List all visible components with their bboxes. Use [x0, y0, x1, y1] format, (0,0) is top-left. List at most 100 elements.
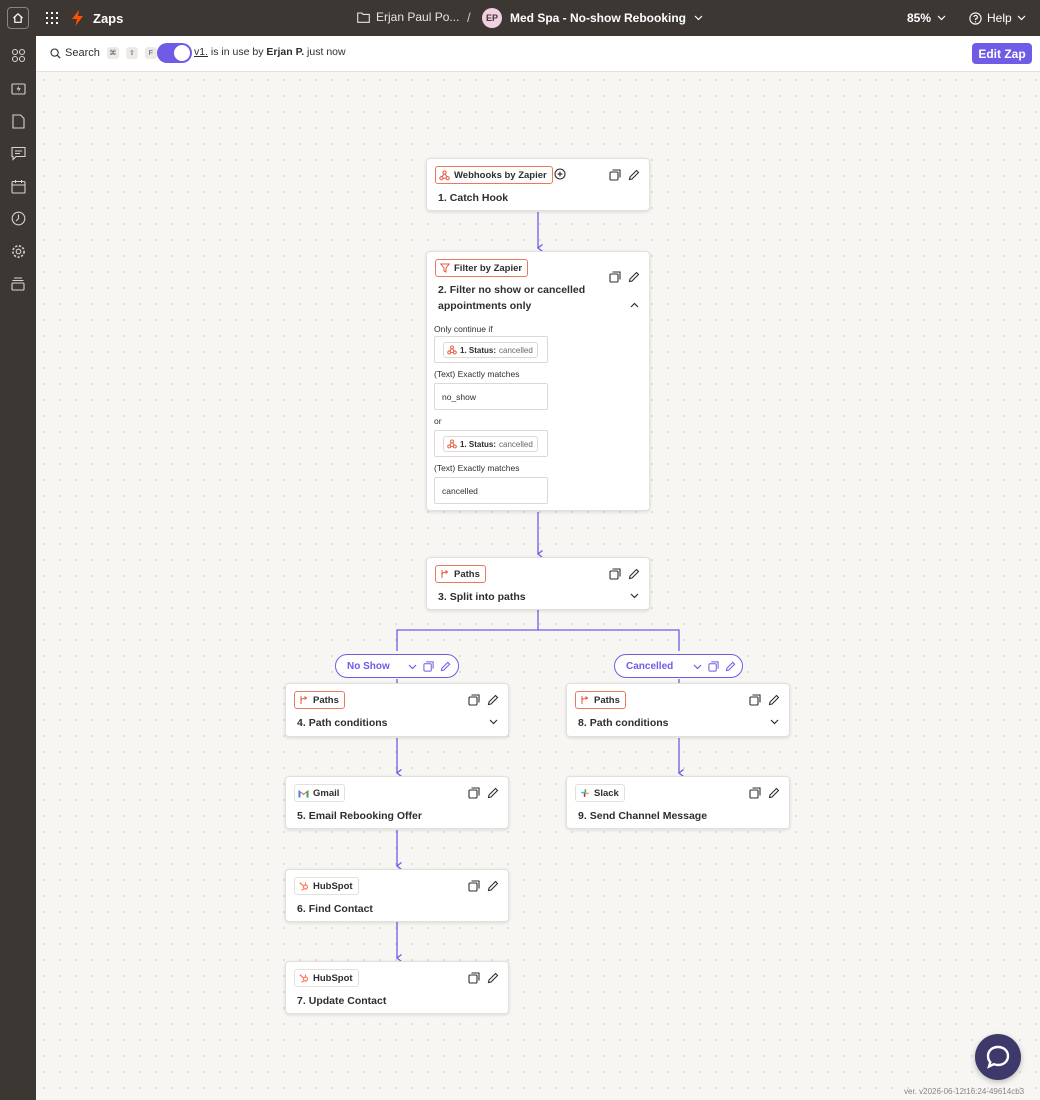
- edit-step-button[interactable]: [627, 270, 640, 283]
- edit-step-button[interactable]: [627, 168, 640, 181]
- sidebar-item-more[interactable]: [10, 275, 26, 291]
- sidebar-item-zaps[interactable]: [10, 80, 26, 96]
- expand-step-button[interactable]: [768, 716, 780, 728]
- hubspot-icon: [299, 974, 308, 983]
- sidebar-item-history[interactable]: [10, 210, 26, 226]
- path-pill-cancelled[interactable]: Cancelled: [614, 654, 743, 678]
- webhook-icon: [439, 169, 450, 180]
- app-name[interactable]: Zaps: [93, 11, 123, 26]
- step-title: 7. Update Contact: [297, 993, 467, 1009]
- edit-step-button[interactable]: [486, 971, 499, 984]
- version-link[interactable]: v1.: [194, 46, 208, 58]
- app-name: Paths: [454, 568, 480, 580]
- grid-icon[interactable]: [46, 12, 58, 24]
- sidebar-item-settings[interactable]: [10, 243, 26, 259]
- copy-step-button[interactable]: [748, 693, 761, 706]
- chat-widget-button[interactable]: [975, 1034, 1021, 1080]
- copy-step-button[interactable]: [608, 168, 621, 181]
- edit-step-button[interactable]: [486, 879, 499, 892]
- copy-step-button[interactable]: [467, 879, 480, 892]
- collapse-step-button[interactable]: [628, 299, 640, 311]
- edit-step-button[interactable]: [767, 693, 780, 706]
- step-number: 2.: [438, 284, 447, 296]
- add-step-button[interactable]: [553, 167, 567, 181]
- edit-step-button[interactable]: [486, 786, 499, 799]
- paths-icon: [441, 570, 448, 578]
- app-name: Webhooks by Zapier: [454, 169, 547, 181]
- edit-zap-button[interactable]: Edit Zap: [972, 43, 1032, 64]
- app-name: HubSpot: [313, 880, 353, 892]
- app-name: HubSpot: [313, 972, 353, 984]
- copy-icon: [467, 971, 480, 984]
- paths-icon: [300, 696, 307, 704]
- zoom-dropdown[interactable]: 85%: [907, 11, 946, 25]
- rename-path-button[interactable]: [440, 661, 451, 672]
- pencil-icon: [487, 972, 498, 983]
- field-value: cancelled: [499, 345, 533, 355]
- step-label: Email Rebooking Offer: [308, 810, 422, 822]
- zap-title: Med Spa - No-show Rebooking: [510, 11, 686, 25]
- home-button[interactable]: [7, 7, 29, 29]
- sidebar-item-apps[interactable]: [10, 47, 26, 63]
- pencil-icon: [487, 694, 498, 705]
- step-label: Split into paths: [449, 591, 526, 603]
- search-icon: [50, 47, 61, 59]
- gmail-icon: [298, 789, 309, 797]
- step-card-7[interactable]: HubSpot 7. Update Contact: [285, 961, 509, 1014]
- zap-title-dropdown[interactable]: EP Med Spa - No-show Rebooking: [482, 8, 703, 28]
- step-card-5[interactable]: Gmail 5. Email Rebooking Offer: [285, 776, 509, 829]
- expand-step-button[interactable]: [487, 716, 499, 728]
- copy-step-button[interactable]: [467, 693, 480, 706]
- version-status: v1. is in use by Erjan P. just now: [194, 46, 346, 58]
- filter-field-2[interactable]: 1. Status: cancelled: [434, 430, 548, 457]
- expand-step-button[interactable]: [628, 590, 640, 602]
- rename-path-button[interactable]: [725, 661, 736, 672]
- step-card-4[interactable]: Paths 4. Path conditions: [285, 683, 509, 737]
- filter-value-text: cancelled: [442, 486, 478, 496]
- copy-icon: [608, 168, 621, 181]
- path-menu-button[interactable]: [692, 661, 703, 672]
- copy-step-button[interactable]: [467, 971, 480, 984]
- filter-operator: (Text) Exactly matches: [434, 463, 520, 473]
- copy-path-button[interactable]: [708, 661, 719, 672]
- app-chip-hubspot: HubSpot: [294, 877, 359, 895]
- filter-value-2[interactable]: cancelled: [434, 477, 548, 504]
- path-menu-button[interactable]: [407, 661, 418, 672]
- filter-field-1[interactable]: 1. Status: cancelled: [434, 336, 548, 363]
- zap-on-toggle[interactable]: [157, 43, 192, 63]
- path-pill-no-show[interactable]: No Show: [335, 654, 459, 678]
- copy-step-button[interactable]: [748, 786, 761, 799]
- search-button[interactable]: Search ⌘ ⇧ F: [50, 47, 157, 59]
- step-card-9[interactable]: Slack 9. Send Channel Message: [566, 776, 790, 829]
- edit-step-button[interactable]: [486, 693, 499, 706]
- copy-step-button[interactable]: [608, 270, 621, 283]
- sidebar-item-interfaces[interactable]: [10, 145, 26, 161]
- filter-operator: (Text) Exactly matches: [434, 369, 520, 379]
- filter-value-1[interactable]: no_show: [434, 383, 548, 410]
- breadcrumb-folder[interactable]: Erjan Paul Po...: [357, 10, 459, 24]
- sidebar-item-calendar[interactable]: [10, 178, 26, 194]
- step-number: 7.: [297, 995, 306, 1007]
- help-menu[interactable]: Help: [969, 11, 1026, 25]
- chevron-down-icon: [489, 719, 497, 725]
- edit-step-button[interactable]: [767, 786, 780, 799]
- pencil-icon: [725, 661, 736, 672]
- path-name: Cancelled: [626, 661, 674, 672]
- copy-step-button[interactable]: [467, 786, 480, 799]
- step-card-6[interactable]: HubSpot 6. Find Contact: [285, 869, 509, 922]
- paths-icon: [581, 696, 588, 704]
- status-text: is in use by: [208, 46, 267, 58]
- copy-path-button[interactable]: [423, 661, 434, 672]
- status-user: Erjan P.: [266, 46, 305, 58]
- edit-step-button[interactable]: [627, 567, 640, 580]
- app-chip-paths: Paths: [294, 691, 345, 709]
- app-name: Slack: [594, 787, 619, 799]
- copy-step-button[interactable]: [608, 567, 621, 580]
- step-card-3[interactable]: Paths 3. Split into paths: [426, 557, 650, 610]
- sidebar-item-tables[interactable]: [10, 113, 26, 129]
- step-card-2[interactable]: Filter by Zapier 2. Filter no show or can…: [426, 251, 650, 511]
- add-icon: [554, 168, 566, 180]
- chevron-down-icon: [1017, 15, 1026, 21]
- step-card-8[interactable]: Paths 8. Path conditions: [566, 683, 790, 737]
- step-card-1[interactable]: Webhooks by Zapier 1. Catch Hook: [426, 158, 650, 211]
